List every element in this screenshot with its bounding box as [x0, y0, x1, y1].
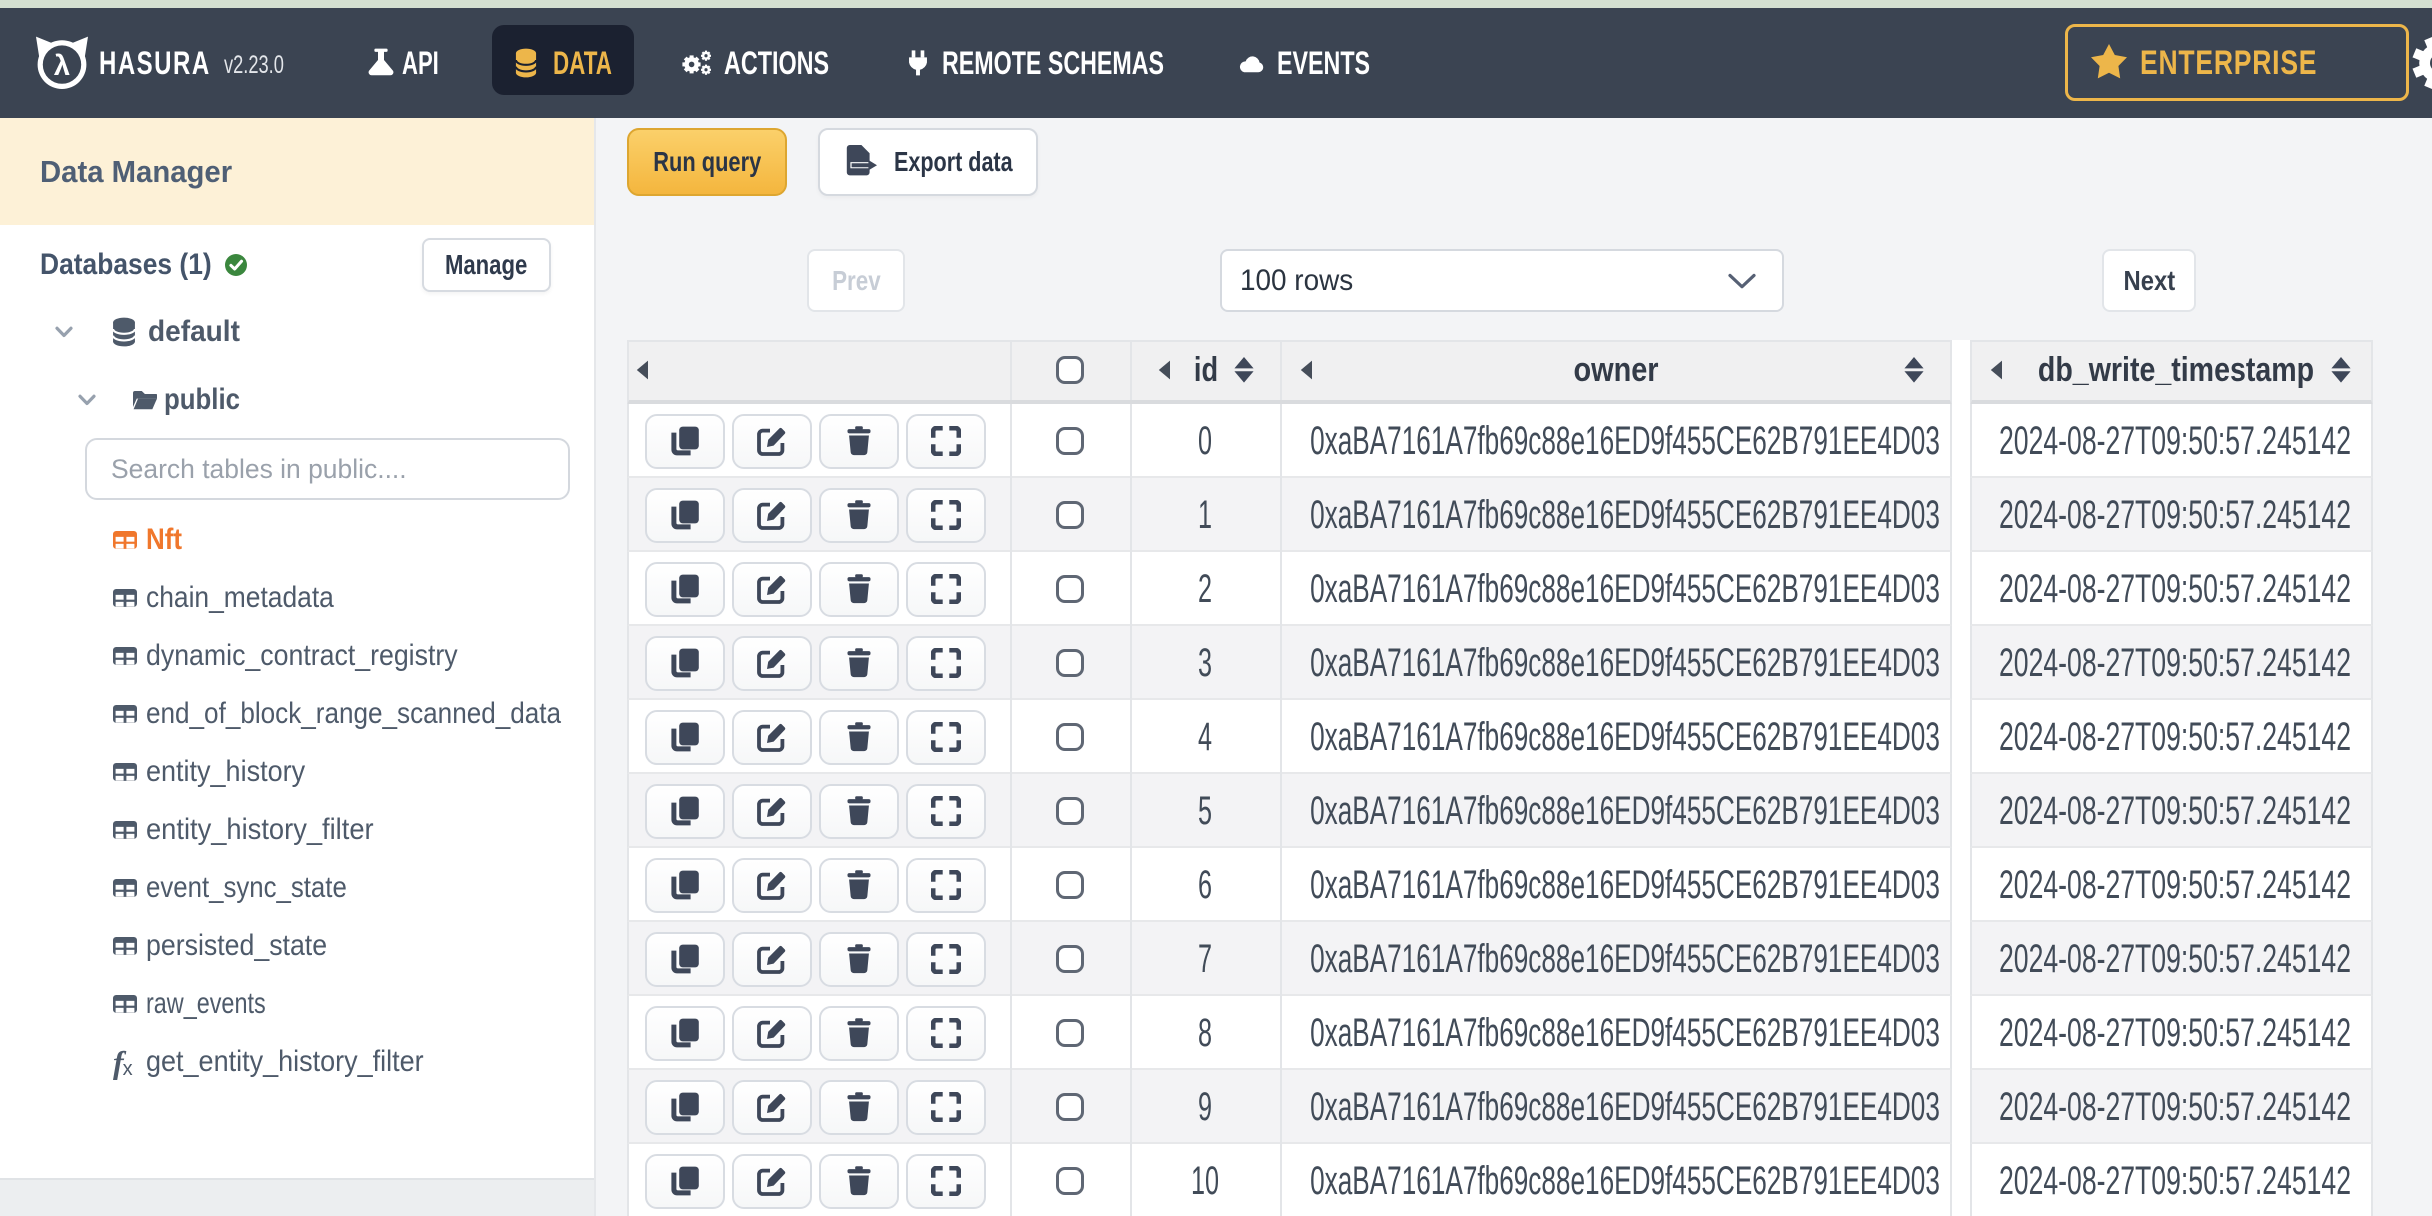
svg-text:λ: λ — [54, 50, 70, 82]
